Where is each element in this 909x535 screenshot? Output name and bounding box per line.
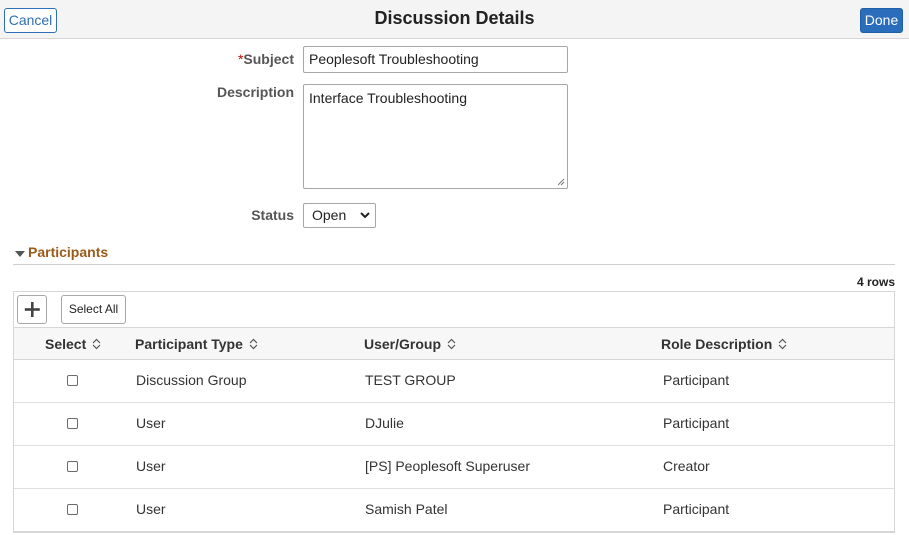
user-group-cell: TEST GROUP [365,372,456,388]
plus-icon [24,302,40,317]
role-description-cell: Participant [663,501,730,517]
sort-icon [447,338,456,350]
participants-section-header[interactable]: Participants [13,244,895,265]
page-header: Cancel Discussion Details Done [0,0,909,39]
subject-input[interactable]: Peoplesoft Troubleshooting [303,46,568,73]
sort-icon [778,338,787,350]
sort-icon [249,338,258,350]
resize-handle-icon[interactable] [557,178,565,186]
role-description-cell: Participant [663,372,730,388]
sort-icon [92,338,101,350]
chevron-down-icon [360,212,370,219]
column-header-select[interactable]: Select [45,336,101,352]
row-select-checkbox[interactable] [67,504,78,515]
description-text: Interface Troubleshooting [309,90,467,106]
user-group-cell: [PS] Peoplesoft Superuser [365,458,530,474]
grid-toolbar: Select All [13,291,895,327]
collapse-triangle-icon[interactable] [15,251,25,257]
row-select-checkbox[interactable] [67,375,78,386]
row-select-checkbox[interactable] [67,461,78,472]
role-description-cell: Creator [663,458,710,474]
page-title: Discussion Details [374,8,535,28]
participant-type-cell: User [136,458,166,474]
column-header-role-description[interactable]: Role Description [661,336,787,352]
description-label: Description [216,84,294,100]
status-value: Open [312,207,347,223]
participants-section-title: Participants [28,244,109,260]
table-row: Discussion Group TEST GROUP Participant [14,360,894,403]
participant-type-cell: User [136,415,166,431]
row-count: 4 rows [856,275,895,289]
row-select-checkbox[interactable] [67,418,78,429]
done-button[interactable]: Done [860,8,903,33]
user-group-cell: Samish Patel [365,501,448,517]
column-header-user-group[interactable]: User/Group [364,336,456,352]
select-all-button[interactable]: Select All [61,295,126,324]
table-row: User [PS] Peoplesoft Superuser Creator [14,446,894,489]
status-label: Status [251,207,294,223]
grid-header-row: Select Participant Type User/Group Role … [14,328,894,360]
description-textarea[interactable]: Interface Troubleshooting [303,84,568,189]
add-row-button[interactable] [17,295,47,324]
table-row: User DJulie Participant [14,403,894,446]
participant-type-cell: Discussion Group [136,372,247,388]
table-row: User Samish Patel Participant [14,489,894,531]
role-description-cell: Participant [663,415,730,431]
user-group-cell: DJulie [365,415,404,431]
column-header-participant-type[interactable]: Participant Type [135,336,258,352]
participant-type-cell: User [136,501,166,517]
participants-grid: Select Participant Type User/Group Role … [13,327,895,533]
subject-label: *Subject [0,51,294,67]
status-select[interactable]: Open [303,203,376,228]
subject-label-text: Subject [243,51,294,67]
